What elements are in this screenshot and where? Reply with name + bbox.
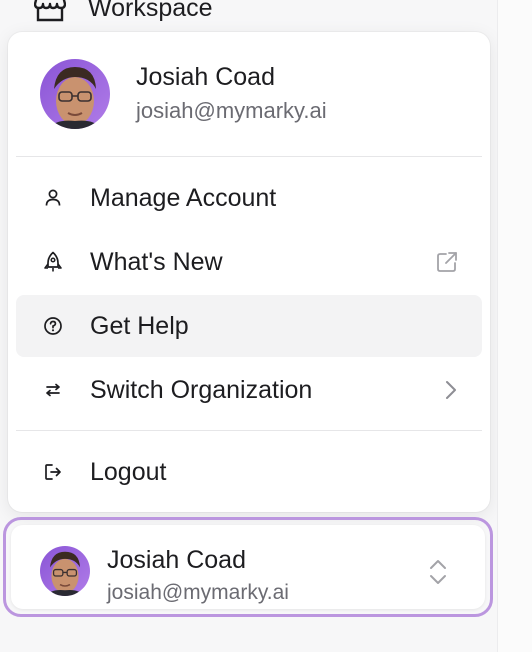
workspace-label: Workspace (88, 0, 213, 22)
external-link-icon (434, 249, 460, 275)
sidebar: Workspace Josiah Coad josiah@mymarky.ai … (0, 0, 497, 652)
account-email: josiah@mymarky.ai (107, 581, 289, 604)
menu-item-logout[interactable]: Logout (16, 441, 482, 503)
sidebar-item-workspace[interactable]: Workspace (33, 0, 213, 28)
help-circle-icon (42, 315, 64, 337)
menu-user-email: josiah@mymarky.ai (136, 98, 327, 123)
menu-divider (16, 430, 482, 431)
menu-user-header: Josiah Coad josiah@mymarky.ai (40, 59, 327, 129)
account-card[interactable]: Josiah Coad josiah@mymarky.ai (11, 525, 485, 609)
logout-icon (42, 461, 64, 483)
app-canvas: Workspace Josiah Coad josiah@mymarky.ai … (0, 0, 532, 652)
menu-item-get-help[interactable]: Get Help (16, 295, 482, 357)
account-switcher[interactable]: Josiah Coad josiah@mymarky.ai (3, 517, 493, 617)
menu-item-whats-new[interactable]: What's New (16, 231, 482, 293)
menu-item-label: Logout (90, 457, 167, 486)
user-icon (42, 187, 64, 209)
main-content-edge (497, 0, 532, 652)
menu-divider (16, 156, 482, 157)
avatar (40, 59, 110, 129)
rocket-icon (42, 251, 64, 273)
account-menu: Josiah Coad josiah@mymarky.ai Manage Acc… (8, 32, 490, 512)
store-icon (33, 0, 67, 22)
chevron-right-icon (438, 377, 464, 403)
menu-item-label: What's New (90, 247, 223, 276)
chevrons-up-down-icon[interactable] (427, 557, 449, 587)
menu-item-manage-account[interactable]: Manage Account (16, 167, 482, 229)
menu-user-name: Josiah Coad (136, 63, 275, 91)
arrows-switch-icon (42, 379, 64, 401)
menu-item-switch-organization[interactable]: Switch Organization (16, 359, 482, 421)
avatar (40, 546, 90, 596)
menu-item-label: Get Help (90, 311, 189, 340)
menu-item-label: Switch Organization (90, 375, 313, 404)
account-name: Josiah Coad (107, 546, 246, 574)
menu-item-label: Manage Account (90, 183, 277, 212)
